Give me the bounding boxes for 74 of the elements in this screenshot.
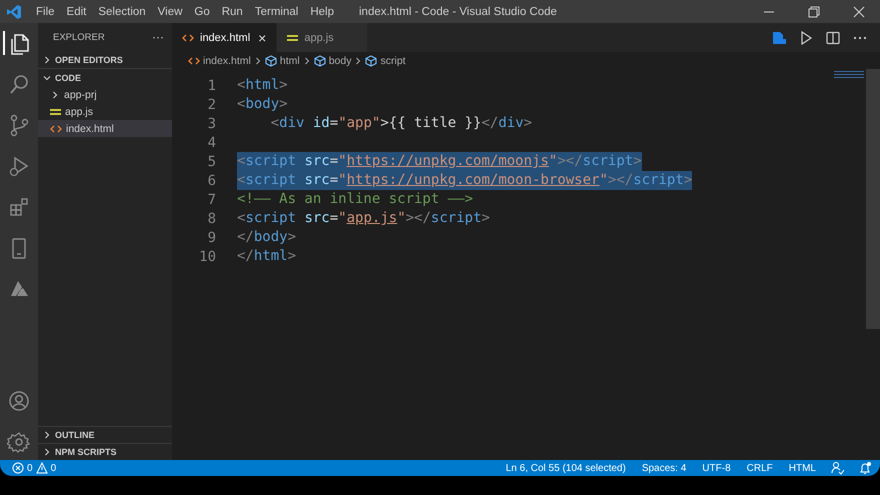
line-number: 10 [198, 248, 216, 264]
menu-item[interactable]: Run [216, 6, 249, 18]
chevron-right-icon [354, 56, 362, 66]
section-header[interactable]: OPEN EDITORS [38, 51, 172, 68]
file-tree-item[interactable]: app.js [38, 103, 172, 120]
explorer-icon[interactable] [3, 31, 31, 55]
status-item[interactable]: UTF-8 [702, 462, 731, 474]
line-number: 4 [206, 134, 216, 150]
app-logo-icon [6, 4, 22, 20]
breadcrumb-item[interactable]: script [380, 54, 406, 66]
code-file-icon [50, 124, 62, 134]
status-item[interactable]: HTML [788, 462, 816, 474]
code-line: <!—— As an inline script ——> [237, 190, 474, 209]
chevron-right-icon [254, 56, 262, 66]
code-line: <html> [237, 76, 288, 95]
feedback-icon[interactable] [830, 461, 844, 475]
scrollbar[interactable] [866, 69, 880, 329]
line-number: 9 [206, 230, 216, 246]
line-number: 5 [206, 154, 216, 170]
more-button[interactable]: ··· [152, 30, 164, 44]
section-header[interactable]: CODE [38, 68, 172, 86]
remote-preview-icon[interactable] [771, 30, 787, 46]
line-number: 7 [206, 192, 216, 208]
editor-tab[interactable]: index.html × [172, 23, 278, 52]
settings-icon[interactable] [7, 430, 31, 454]
status-item[interactable]: CRLF [746, 462, 773, 474]
menu-item[interactable]: Edit [60, 6, 92, 18]
error-icon [12, 462, 24, 474]
account-icon[interactable] [7, 389, 31, 413]
menu-item[interactable]: File [30, 6, 61, 18]
code-line: </html> [237, 247, 296, 266]
code-file-icon [182, 32, 194, 42]
split-editor-icon[interactable] [825, 30, 841, 46]
breadcrumb-item[interactable]: html [280, 54, 300, 66]
problems-indicator[interactable]: 0 0 [8, 462, 56, 474]
minimap [834, 71, 864, 79]
section-header[interactable]: OUTLINE [38, 426, 172, 443]
cube-icon [264, 54, 277, 66]
breadcrumb-item[interactable]: body [328, 54, 352, 66]
editor-tab[interactable]: app.js [277, 23, 368, 52]
js-file-icon [287, 34, 298, 42]
file-tree-item[interactable]: index.html [38, 120, 172, 137]
chevron-right-icon [50, 90, 60, 100]
close-tab-button[interactable]: × [258, 30, 266, 46]
warning-icon [36, 462, 48, 474]
line-number: 2 [206, 96, 216, 112]
restore-icon[interactable] [808, 6, 820, 18]
sidebar-title: EXPLORER [53, 32, 105, 42]
code-line: </body> [237, 228, 296, 247]
breadcrumb-item[interactable]: index.html [203, 54, 251, 66]
run-debug-icon[interactable] [7, 154, 31, 178]
menu-item[interactable]: View [152, 6, 188, 18]
menu-item[interactable]: Selection [92, 6, 152, 18]
close-icon[interactable] [853, 6, 865, 18]
status-item[interactable]: Spaces: 4 [642, 462, 686, 474]
js-file-icon [50, 108, 61, 116]
file-tree-item[interactable]: app-prj [38, 86, 172, 103]
line-number: 8 [206, 210, 216, 226]
menu-item[interactable]: Help [304, 6, 340, 18]
line-number: 3 [206, 116, 216, 132]
line-number: 6 [206, 172, 216, 188]
code-line: <body> [237, 95, 288, 114]
menu-item[interactable]: Go [188, 6, 216, 18]
window-title: index.html - Code - Visual Studio Code [359, 6, 557, 18]
line-number: 1 [206, 78, 216, 94]
notifications-icon[interactable] [858, 461, 872, 475]
code-line: <script src="app.js"></script> [237, 209, 490, 228]
cube-icon [314, 54, 326, 66]
cube-icon [365, 54, 378, 66]
chevron-right-icon [302, 56, 311, 66]
code-line: <div id="app">{{ title }}</div> [270, 114, 532, 133]
status-item[interactable]: Ln 6, Col 55 (104 selected) [506, 462, 626, 474]
code-file-icon [188, 56, 200, 66]
menu-item[interactable]: Terminal [248, 6, 304, 18]
